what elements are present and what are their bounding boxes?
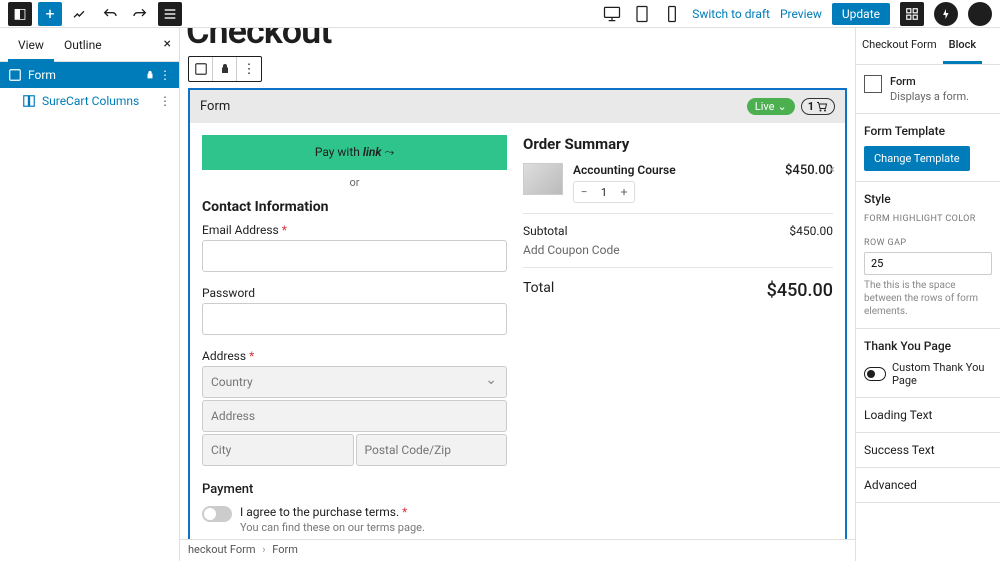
tab-checkout-form[interactable]: Checkout Form bbox=[856, 28, 943, 64]
block-type-icon[interactable] bbox=[189, 57, 213, 81]
separator-or: or bbox=[202, 176, 507, 189]
password-field[interactable] bbox=[202, 303, 507, 335]
breadcrumb-parent[interactable]: heckout Form bbox=[188, 543, 256, 556]
tree-item-label: SureCart Columns bbox=[42, 94, 139, 108]
address-label: Address * bbox=[202, 349, 507, 363]
tree-item-label: Form bbox=[28, 68, 56, 82]
subtotal-row: Subtotal $450.00 bbox=[523, 224, 833, 238]
product-name: Accounting Course bbox=[573, 163, 775, 177]
list-view-panel: View Outline × Form ⋮ SureCart Columns ⋮ bbox=[0, 28, 180, 561]
password-label: Password bbox=[202, 286, 507, 300]
settings-icon[interactable] bbox=[900, 2, 924, 26]
top-toolbar: ◧ + Switch to draft Preview Update bbox=[0, 0, 1000, 28]
undo-icon[interactable] bbox=[98, 2, 122, 26]
tab-block[interactable]: Block bbox=[943, 28, 982, 64]
breadcrumb-current[interactable]: Form bbox=[272, 543, 298, 556]
tree-item-surecart-columns[interactable]: SureCart Columns ⋮ bbox=[0, 88, 179, 114]
block-identity: Form Displays a form. bbox=[856, 65, 1000, 114]
highlight-color-label: FORM HIGHLIGHT COLOR bbox=[864, 214, 992, 224]
custom-thankyou-label: Custom Thank You Page bbox=[892, 361, 992, 387]
change-template-button[interactable]: Change Template bbox=[864, 146, 970, 171]
form-template-heading: Form Template bbox=[864, 124, 992, 138]
order-summary-heading: Order Summary bbox=[523, 135, 833, 153]
jetpack-icon[interactable] bbox=[934, 2, 958, 26]
city-field[interactable] bbox=[202, 434, 354, 466]
breadcrumb: heckout Form › Form bbox=[180, 539, 855, 561]
tab-view[interactable]: View bbox=[8, 28, 54, 62]
terms-subtext: You can find these on our terms page. bbox=[240, 521, 425, 534]
form-block-frame[interactable]: Form Live ⌄ 1 Pay with link ⤳ or Contact… bbox=[188, 88, 847, 561]
qty-decrease-button[interactable]: − bbox=[574, 182, 594, 202]
payment-heading: Payment bbox=[202, 482, 507, 497]
cart-icon bbox=[816, 101, 828, 113]
wp-logo-icon[interactable]: ◧ bbox=[8, 2, 32, 26]
preview-link[interactable]: Preview bbox=[780, 7, 822, 21]
editor-canvas: Checkout ⋮ Form Live ⌄ 1 Pay bbox=[180, 28, 855, 561]
country-select[interactable] bbox=[202, 366, 507, 398]
custom-thankyou-toggle[interactable] bbox=[864, 367, 886, 381]
email-field[interactable] bbox=[202, 240, 507, 272]
product-image bbox=[523, 163, 563, 195]
tree-item-form[interactable]: Form ⋮ bbox=[0, 62, 179, 88]
form-block-icon bbox=[864, 75, 882, 93]
avatar-icon[interactable] bbox=[968, 2, 992, 26]
qty-value: 1 bbox=[594, 186, 614, 199]
switch-draft-link[interactable]: Switch to draft bbox=[692, 7, 770, 21]
block-description: Displays a form. bbox=[890, 90, 969, 103]
live-badge[interactable]: Live ⌄ bbox=[747, 98, 795, 115]
terms-row: I agree to the purchase terms. * You can… bbox=[202, 505, 507, 534]
row-gap-input[interactable] bbox=[864, 252, 992, 275]
remove-item-button[interactable]: × bbox=[829, 163, 835, 176]
advanced-section[interactable]: Advanced bbox=[856, 468, 1000, 503]
terms-label: I agree to the purchase terms. bbox=[240, 505, 399, 519]
row-gap-label: ROW GAP bbox=[864, 238, 992, 248]
block-name: Form bbox=[890, 75, 969, 88]
contact-heading: Contact Information bbox=[202, 199, 507, 215]
tablet-icon[interactable] bbox=[632, 4, 652, 24]
list-view-icon[interactable] bbox=[158, 2, 182, 26]
add-block-button[interactable]: + bbox=[38, 2, 62, 26]
add-coupon-link[interactable]: Add Coupon Code bbox=[523, 243, 833, 257]
terms-toggle[interactable] bbox=[202, 506, 232, 522]
page-title: Checkout bbox=[186, 28, 845, 52]
pay-with-link-button[interactable]: Pay with link ⤳ bbox=[202, 135, 507, 170]
total-row: Total $450.00 bbox=[523, 280, 833, 301]
product-row: Accounting Course − 1 + $450.00 × bbox=[523, 163, 833, 203]
edit-icon[interactable] bbox=[68, 2, 92, 26]
style-heading: Style bbox=[864, 192, 992, 206]
lock-icon[interactable] bbox=[213, 57, 237, 81]
redo-icon[interactable] bbox=[128, 2, 152, 26]
block-toolbar: ⋮ bbox=[188, 56, 262, 82]
update-button[interactable]: Update bbox=[832, 3, 890, 25]
row-gap-help: The this is the space between the rows o… bbox=[864, 279, 992, 318]
lock-icon bbox=[145, 70, 155, 80]
arrow-icon: ⤳ bbox=[385, 145, 395, 159]
thank-you-heading: Thank You Page bbox=[864, 339, 992, 353]
more-icon[interactable]: ⋮ bbox=[237, 57, 261, 81]
success-text-section[interactable]: Success Text bbox=[856, 433, 1000, 468]
form-header-label: Form bbox=[200, 99, 230, 114]
form-header: Form Live ⌄ 1 bbox=[190, 90, 845, 123]
postal-field[interactable] bbox=[356, 434, 508, 466]
email-label: Email Address * bbox=[202, 223, 507, 237]
desktop-icon[interactable] bbox=[602, 4, 622, 24]
address-field[interactable] bbox=[202, 400, 507, 432]
more-icon[interactable]: ⋮ bbox=[159, 68, 171, 82]
product-price: $450.00 bbox=[785, 163, 833, 178]
more-icon[interactable]: ⋮ bbox=[159, 94, 171, 108]
tab-outline[interactable]: Outline bbox=[54, 38, 112, 52]
quantity-stepper: − 1 + bbox=[573, 181, 635, 203]
qty-increase-button[interactable]: + bbox=[614, 182, 634, 202]
cart-badge[interactable]: 1 bbox=[801, 98, 835, 115]
settings-sidebar: Checkout Form Block Form Displays a form… bbox=[855, 28, 1000, 561]
loading-text-section[interactable]: Loading Text bbox=[856, 398, 1000, 433]
mobile-icon[interactable] bbox=[662, 4, 682, 24]
close-icon[interactable]: × bbox=[164, 36, 171, 52]
